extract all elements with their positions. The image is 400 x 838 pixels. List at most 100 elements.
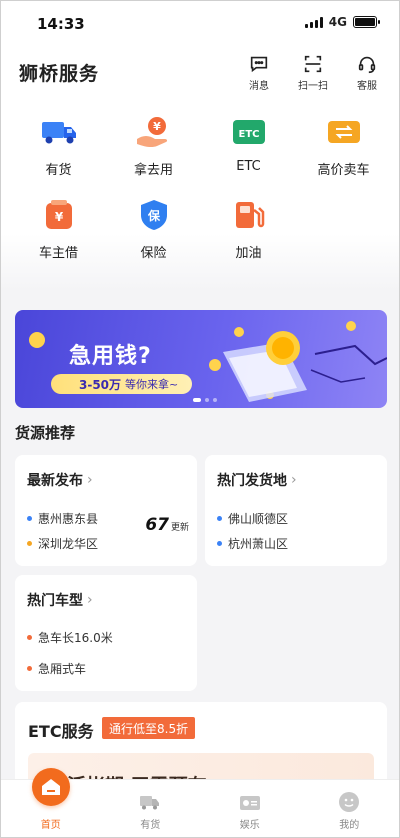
bullet-icon: [217, 516, 222, 521]
app-header: 狮桥服务 消息 扫一扫 客服: [1, 45, 399, 101]
hand-money-icon: ¥: [135, 113, 173, 151]
service-fuel[interactable]: 加油: [201, 196, 296, 261]
truck-icon: [40, 113, 78, 151]
service-owner-loan[interactable]: ¥ 车主借: [11, 196, 106, 261]
scan-button[interactable]: 扫一扫: [295, 53, 331, 92]
bullet-icon: [217, 541, 222, 546]
scan-label: 扫一扫: [298, 81, 328, 92]
nav-label: 有货: [140, 820, 161, 831]
hot-model-item[interactable]: 急厢式车: [27, 660, 86, 677]
service-label: 有货: [45, 163, 72, 178]
hot-origin-item[interactable]: 佛山顺德区: [217, 510, 288, 527]
latest-destination: 深圳龙华区: [27, 535, 98, 552]
promo-banner[interactable]: 急用钱? 3-50万 等你来拿~: [15, 310, 387, 408]
etc-discount-tag: 通行低至8.5折: [102, 717, 196, 739]
service-grid: 有货 ¥ 拿去用 ETC ETC 高价卖车 ¥ 车主借 保 保险 加油: [1, 101, 399, 261]
latest-title-text: 最新发布: [27, 473, 83, 489]
bullet-icon: [27, 635, 32, 640]
service-label: 拿去用: [133, 163, 173, 178]
hot-origin-text: 佛山顺德区: [228, 512, 289, 526]
service-insurance[interactable]: 保 保险: [106, 196, 201, 261]
chevron-right-icon: ›: [291, 472, 297, 488]
update-count-label: 更新: [170, 523, 189, 533]
hot-origins-title: 热门发货地 ›: [217, 470, 297, 490]
message-icon: [250, 56, 268, 73]
network-label: 4G: [328, 15, 347, 29]
hot-origins-card[interactable]: 热门发货地 › 佛山顺德区 杭州萧山区: [205, 455, 387, 566]
message-button[interactable]: 消息: [241, 53, 277, 92]
status-bar: 14:33 4G: [1, 1, 399, 45]
svg-text:保: 保: [146, 208, 160, 223]
service-label: 高价卖车: [317, 163, 370, 178]
customer-service-button[interactable]: 客服: [349, 53, 385, 92]
nav-label: 娱乐: [239, 820, 260, 831]
latest-card[interactable]: 最新发布 › 惠州惠东县 深圳龙华区 67 更新: [15, 455, 197, 566]
bullet-icon: [27, 666, 32, 671]
destination-text: 深圳龙华区: [38, 537, 99, 551]
hot-models-title-text: 热门车型: [27, 593, 83, 609]
service-label: 加油: [235, 246, 262, 261]
wallet-icon: ¥: [40, 196, 78, 234]
banner-subtext: 等你来拿~: [125, 378, 179, 391]
hot-model-text: 急车长16.0米: [38, 631, 113, 645]
battery-icon: [353, 16, 380, 28]
nav-entertainment[interactable]: 娱乐: [200, 780, 300, 837]
signal-icon: [304, 16, 323, 28]
scan-icon: [304, 55, 322, 73]
bottom-nav: 首页 有货 娱乐 我的: [1, 768, 400, 837]
nav-profile[interactable]: 我的: [300, 780, 400, 837]
hot-origin-item[interactable]: 杭州萧山区: [217, 535, 288, 552]
service-label: ETC: [236, 159, 261, 174]
nav-label: 首页: [40, 820, 61, 831]
customer-service-label: 客服: [357, 81, 377, 92]
headset-icon: [358, 56, 376, 74]
fuel-icon: [230, 196, 268, 234]
svg-text:ETC: ETC: [238, 129, 259, 140]
service-grid-area: 有货 ¥ 拿去用 ETC ETC 高价卖车 ¥ 车主借 保 保险 加油: [1, 101, 399, 291]
status-time: 14:33: [37, 15, 85, 33]
message-label: 消息: [249, 81, 269, 92]
nav-youhuo[interactable]: 有货: [101, 780, 201, 837]
app-screen: 14:33 4G 狮桥服务 消息 扫一扫 客服 有货 ¥ 拿去用 ETC ETC…: [0, 0, 400, 838]
service-sell-car[interactable]: 高价卖车: [296, 113, 391, 178]
hot-model-item[interactable]: 急车长16.0米: [27, 629, 113, 646]
hot-origins-title-text: 热门发货地: [217, 473, 287, 489]
svg-text:¥: ¥: [54, 210, 63, 224]
nav-label: 我的: [339, 820, 360, 831]
service-etc[interactable]: ETC ETC: [201, 113, 296, 178]
shield-icon: 保: [135, 196, 173, 234]
home-icon: [31, 768, 70, 806]
header-actions: 消息 扫一扫 客服: [241, 53, 385, 92]
section-title: 货源推荐: [15, 424, 76, 442]
service-youhuo[interactable]: 有货: [11, 113, 106, 178]
banner-pill: 3-50万 等你来拿~: [51, 374, 193, 394]
etc-icon: ETC: [230, 113, 268, 151]
svg-text:¥: ¥: [153, 120, 161, 133]
origin-text: 惠州惠东县: [38, 512, 99, 526]
latest-card-title: 最新发布 ›: [27, 470, 93, 490]
origin-dot-icon: [27, 516, 32, 521]
destination-dot-icon: [27, 541, 32, 546]
radio-icon: [239, 791, 261, 813]
banner-headline: 急用钱?: [69, 344, 152, 369]
hot-models-card[interactable]: 热门车型 › 急车长16.0米 急厢式车: [15, 575, 197, 691]
page-title: 狮桥服务: [19, 63, 100, 85]
nav-home[interactable]: 首页: [1, 768, 101, 837]
hot-model-text: 急厢式车: [38, 662, 87, 676]
banner-amount: 3-50万: [79, 377, 122, 392]
trade-icon: [325, 113, 363, 151]
service-naqueyong[interactable]: ¥ 拿去用: [106, 113, 201, 178]
status-right: 4G: [304, 15, 380, 29]
update-count-number: 67: [145, 515, 169, 535]
chevron-right-icon: ›: [87, 592, 93, 608]
etc-title: ETC服务: [28, 722, 94, 741]
hot-models-title: 热门车型 ›: [27, 590, 93, 610]
latest-origin: 惠州惠东县: [27, 510, 98, 527]
hot-origin-text: 杭州萧山区: [228, 537, 289, 551]
chevron-right-icon: ›: [87, 472, 93, 488]
service-label: 车主借: [38, 246, 78, 261]
update-count: 67 更新: [145, 515, 189, 535]
truck-icon: [139, 791, 161, 813]
banner-pagination: [193, 398, 217, 402]
profile-icon: [338, 791, 360, 813]
